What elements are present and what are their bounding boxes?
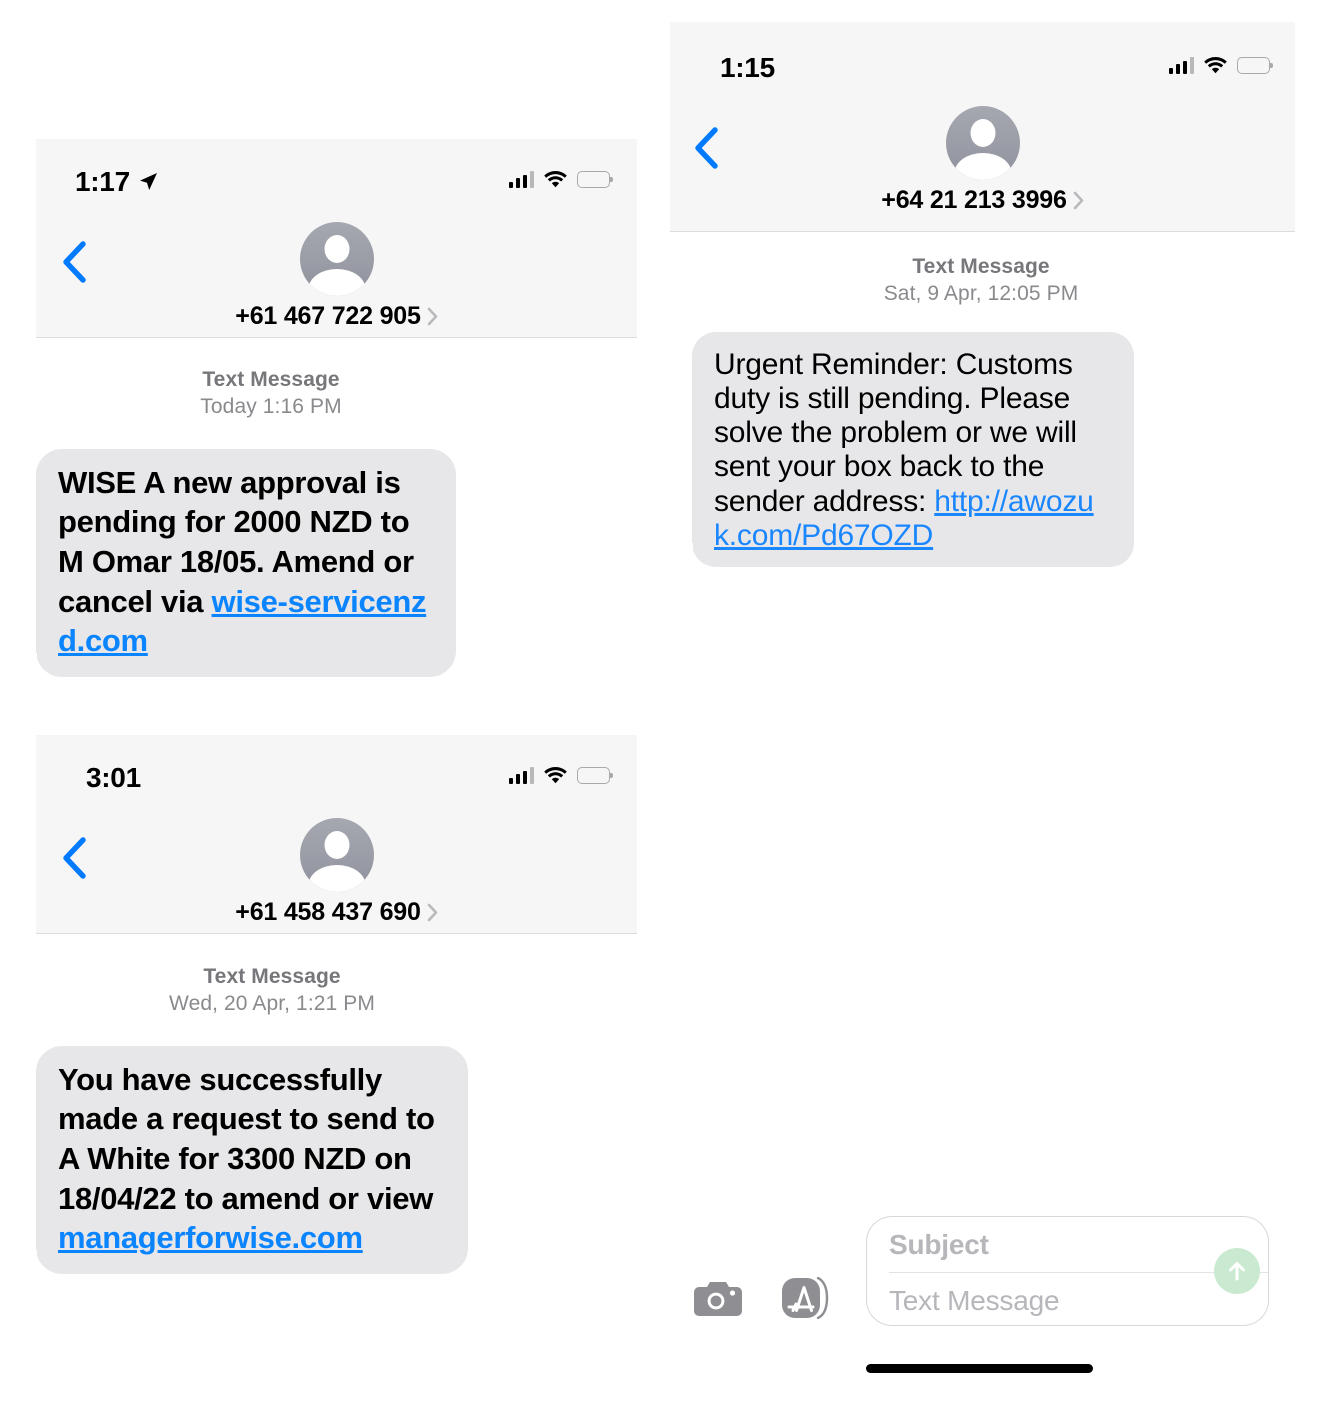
message-bubble[interactable]: You have successfully made a request to … (22, 1045, 468, 1275)
contact-avatar (299, 818, 374, 892)
subject-input[interactable]: Subject (889, 1229, 989, 1261)
message-bubble[interactable]: WISE A new approval is pending for 2000 … (22, 448, 456, 678)
message-composer (694, 1276, 830, 1320)
battery-icon (577, 170, 613, 188)
message-bubble[interactable]: Urgent Reminder: Customs duty is still p… (678, 331, 1134, 568)
contact-header[interactable]: +61 467 722 905 (36, 222, 637, 331)
conversation-2-thread: Text Message Sat, 9 Apr, 12:05 PM Urgent… (672, 254, 1292, 568)
conversation-1-header-panel: 1:17 +61 467 722 905 (36, 139, 637, 338)
status-bar: 3:01 (36, 735, 637, 794)
status-bar-icons (1168, 56, 1273, 74)
wifi-icon (543, 170, 568, 188)
screenshot-collage: 1:17 +61 467 722 905 Text Message Today … (0, 0, 1342, 1417)
cellular-signal-icon (508, 170, 534, 188)
message-timestamp: Wed, 20 Apr, 1:21 PM (169, 991, 375, 1015)
home-indicator (866, 1364, 1093, 1373)
text-message-input[interactable]: Text Message (889, 1285, 1060, 1317)
conversation-1-thread: Text Message Today 1:16 PM WISE A new ap… (22, 367, 506, 678)
app-store-icon[interactable] (782, 1276, 830, 1320)
location-arrow-icon (137, 168, 159, 200)
send-button[interactable] (1214, 1248, 1260, 1294)
messages-header: 3:01 +61 458 437 690 (36, 735, 637, 934)
message-meta: Text Message Today 1:16 PM (36, 367, 506, 421)
messages-header: 1:17 +61 467 722 905 (36, 139, 637, 338)
chevron-right-icon (1073, 191, 1084, 210)
conversation-2-header-panel: 1:15 +64 21 213 3996 (670, 22, 1295, 232)
clock-time: 1:17 (75, 166, 130, 197)
clock-time: 3:01 (86, 762, 141, 793)
wifi-icon (543, 766, 568, 784)
message-timestamp: Today 1:16 PM (200, 394, 342, 418)
contact-phone-number: +61 458 437 690 (235, 898, 421, 926)
status-bar: 1:15 (670, 22, 1295, 83)
chevron-right-icon (427, 903, 438, 922)
conversation-3-thread: Text Message Wed, 20 Apr, 1:21 PM You ha… (22, 964, 508, 1275)
messages-header: 1:15 +64 21 213 3996 (670, 22, 1295, 232)
cellular-signal-icon (508, 766, 534, 784)
message-input-container[interactable]: Subject Text Message (866, 1216, 1269, 1326)
status-bar-clock: 1:15 (720, 52, 775, 84)
status-bar-clock: 3:01 (86, 762, 141, 794)
clock-time: 1:15 (720, 52, 775, 83)
battery-icon (1237, 56, 1273, 74)
status-bar: 1:17 (36, 139, 637, 198)
message-meta: Text Message Wed, 20 Apr, 1:21 PM (36, 964, 508, 1018)
cellular-signal-icon (1168, 56, 1194, 74)
contact-header[interactable]: +64 21 213 3996 (670, 106, 1295, 215)
message-text: You have successfully made a request to … (58, 1061, 435, 1216)
contact-avatar (299, 222, 374, 296)
contact-phone-number: +61 467 722 905 (235, 302, 421, 330)
status-bar-icons (508, 170, 613, 188)
chevron-right-icon (427, 307, 438, 326)
camera-icon[interactable] (694, 1279, 742, 1317)
message-timestamp: Sat, 9 Apr, 12:05 PM (883, 281, 1079, 305)
message-meta: Text Message Sat, 9 Apr, 12:05 PM (672, 254, 1290, 308)
contact-avatar (945, 106, 1020, 180)
conversation-3-header-panel: 3:01 +61 458 437 690 (36, 735, 637, 934)
message-link[interactable]: managerforwise.com (58, 1220, 363, 1255)
message-type-label: Text Message (912, 255, 1050, 278)
status-bar-icons (508, 766, 613, 784)
input-divider (889, 1272, 1268, 1273)
status-bar-clock: 1:17 (75, 166, 159, 198)
battery-icon (577, 766, 613, 784)
wifi-icon (1203, 56, 1228, 74)
contact-header[interactable]: +61 458 437 690 (36, 818, 637, 927)
message-type-label: Text Message (203, 965, 341, 988)
message-type-label: Text Message (202, 368, 340, 391)
contact-phone-number: +64 21 213 3996 (881, 186, 1067, 214)
